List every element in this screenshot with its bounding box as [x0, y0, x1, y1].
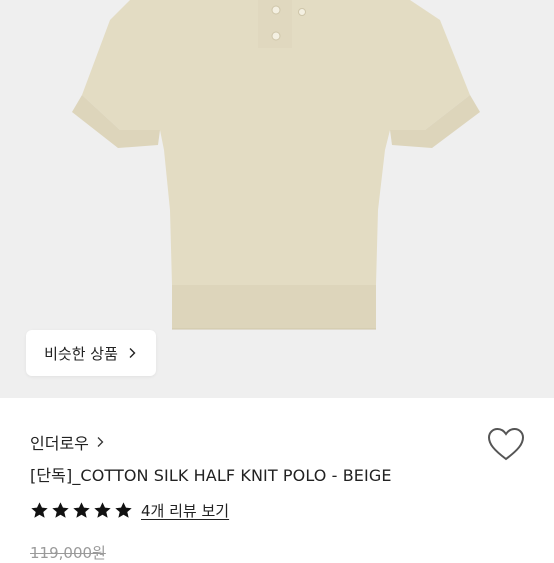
original-price: 119,000원 — [30, 544, 106, 562]
review-link[interactable]: 4개 리뷰 보기 — [141, 500, 229, 521]
star-icon — [115, 502, 132, 518]
similar-products-label: 비슷한 상품 — [44, 344, 118, 363]
similar-products-button[interactable]: 비슷한 상품 — [26, 330, 156, 376]
star-rating — [30, 501, 133, 520]
product-image-area[interactable]: 비슷한 상품 — [0, 0, 554, 398]
rating-row: 4개 리뷰 보기 — [30, 500, 229, 521]
brand-link[interactable]: 인더로우 — [30, 430, 105, 454]
product-title: [단독]_COTTON SILK HALF KNIT POLO - BEIGE — [30, 466, 392, 485]
brand-name: 인더로우 — [30, 434, 89, 453]
star-icon — [31, 502, 48, 518]
star-icon — [73, 502, 90, 518]
star-icon — [94, 502, 111, 518]
heart-outline-icon[interactable] — [486, 426, 526, 462]
chevron-right-icon — [129, 348, 136, 358]
chevron-right-icon — [97, 437, 104, 447]
star-icon — [52, 502, 69, 518]
